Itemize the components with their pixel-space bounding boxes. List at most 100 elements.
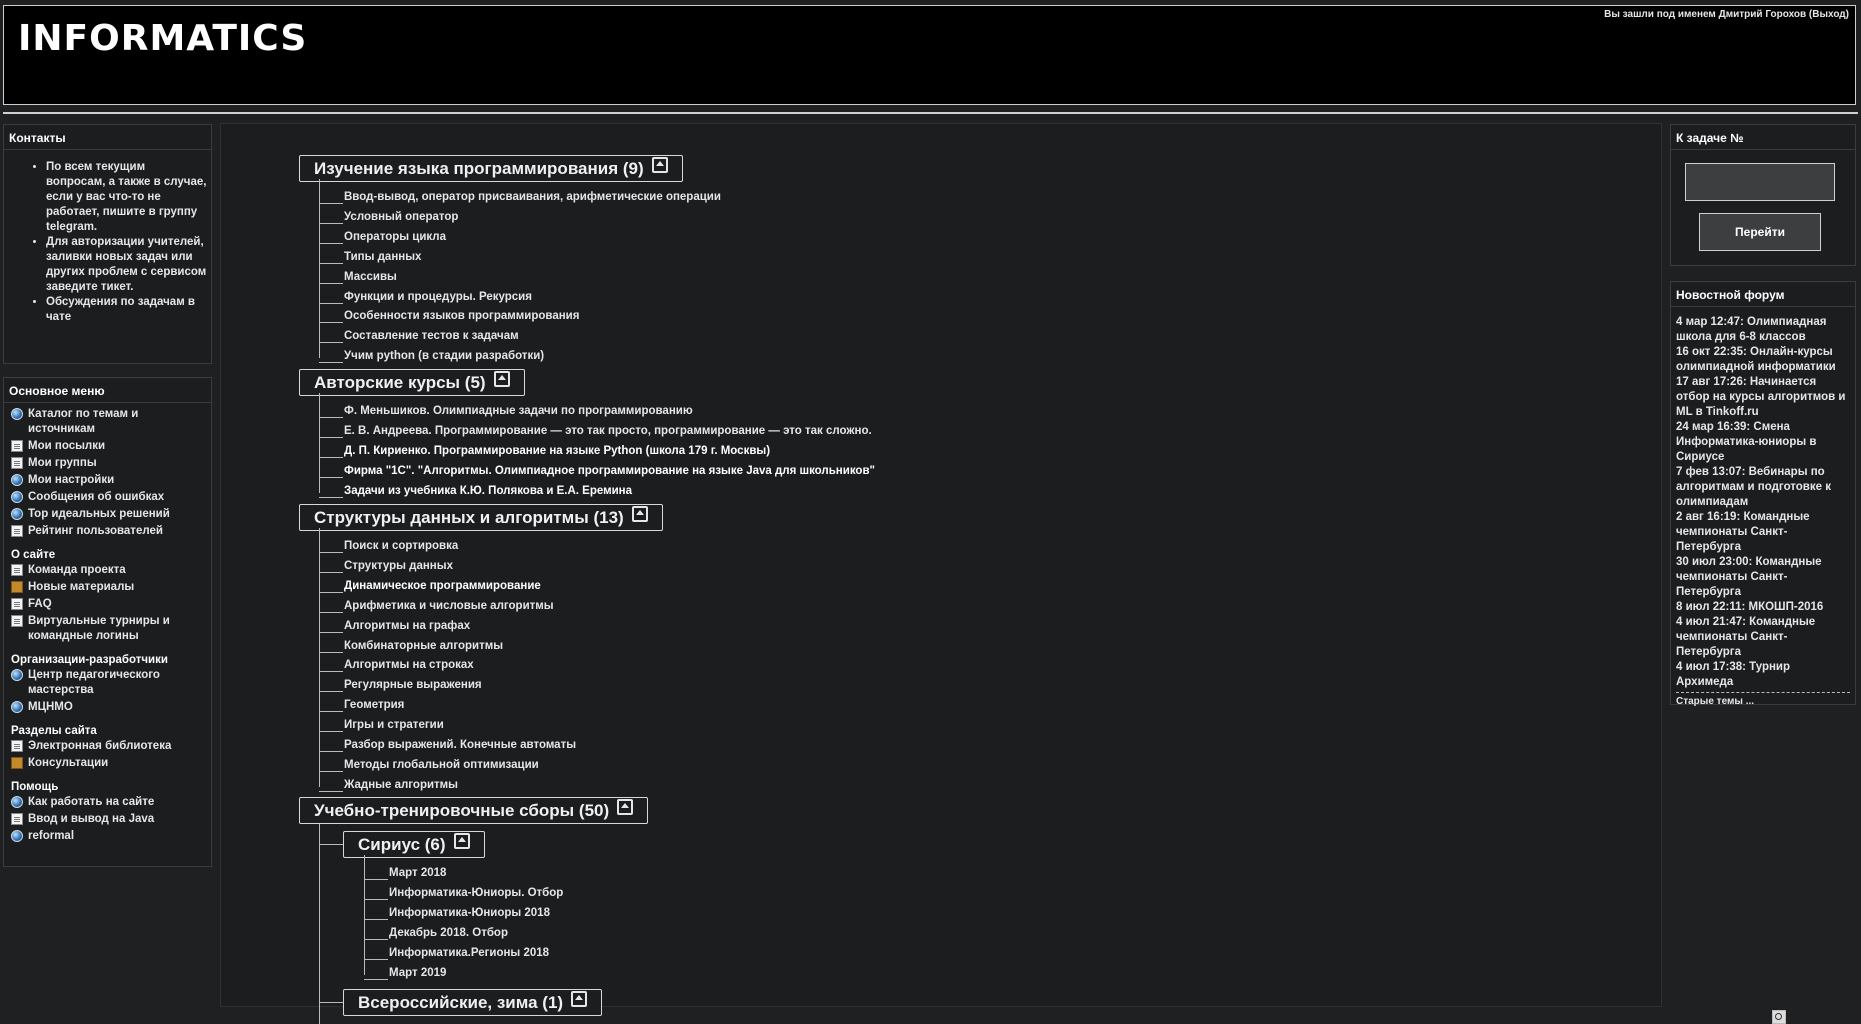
globe-icon — [11, 474, 23, 486]
menu-item[interactable]: МЦНМО — [11, 700, 206, 715]
contacts-item[interactable]: По всем текущим вопросам, а также в случ… — [46, 160, 207, 235]
news-item[interactable]: 24 мар 16:39: Смена Информатика-юниоры в… — [1676, 420, 1850, 465]
menu-item[interactable]: reformal — [11, 829, 206, 844]
tree-link[interactable]: Арифметика и числовые алгоритмы — [344, 600, 554, 612]
tree-link[interactable]: Поиск и сортировка — [344, 540, 458, 552]
menu-item[interactable]: Команда проекта — [11, 563, 206, 578]
news-block: Новостной форум 4 мар 12:47: Олимпиадная… — [1670, 281, 1856, 707]
tree-link[interactable]: Регулярные выражения — [344, 679, 482, 691]
news-list: 4 мар 12:47: Олимпиадная школа для 6-8 к… — [1671, 307, 1855, 709]
news-item[interactable]: 8 июл 22:11: МКОШП-2016 — [1676, 600, 1850, 615]
tree-link[interactable]: Жадные алгоритмы — [344, 779, 458, 791]
menu-item[interactable]: Рейтинг пользователей — [11, 524, 206, 539]
collapse-icon[interactable] — [571, 991, 588, 1007]
category-header[interactable]: Авторские курсы (5) — [299, 369, 525, 396]
tree-branch-line — [319, 179, 320, 359]
subcategory-header[interactable]: Сириус (6) — [343, 831, 485, 858]
tree-link[interactable]: Ввод-вывод, оператор присваивания, арифм… — [344, 191, 721, 203]
news-item[interactable]: 17 авг 17:26: Начинается отбор на курсы … — [1676, 375, 1850, 420]
contacts-item[interactable]: Для авторизации учителей, заливки новых … — [46, 235, 207, 295]
tree-link[interactable]: Д. П. Кириенко. Программирование на язык… — [344, 445, 770, 457]
tree-link[interactable]: Динамическое программирование — [344, 580, 541, 592]
menu-item[interactable]: FAQ — [11, 597, 206, 612]
doc-icon — [11, 615, 23, 627]
collapse-icon[interactable] — [631, 506, 648, 522]
tree-connector — [319, 322, 343, 324]
menu-item[interactable]: Виртуальные турниры и командные логины — [11, 614, 206, 644]
tree-link[interactable]: Методы глобальной оптимизации — [344, 759, 539, 771]
subcategory-header[interactable]: Всероссийские, зима (1) — [343, 989, 603, 1016]
news-item[interactable]: 4 июл 17:38: Турнир Архимеда — [1676, 660, 1850, 690]
menu-item[interactable]: Сообщения об ошибках — [11, 490, 206, 505]
news-more-link[interactable]: Старые темы ... — [1676, 692, 1850, 709]
tree-link[interactable]: Декабрь 2018. Отбор — [389, 927, 508, 939]
tree-link[interactable]: Учим python (в стадии разработки) — [344, 350, 544, 362]
menu-item-label: Электронная библиотека — [28, 740, 172, 752]
tree-connector — [319, 631, 343, 633]
collapse-icon[interactable] — [493, 371, 510, 387]
tree-connector — [319, 282, 343, 284]
site-logo[interactable]: INFORMATICS — [18, 18, 307, 59]
tree-link[interactable]: Ф. Меньшиков. Олимпиадные задачи по прог… — [344, 405, 693, 417]
tree-link[interactable]: Задачи из учебника К.Ю. Полякова и Е.А. … — [344, 485, 632, 497]
tree-link[interactable]: Условный оператор — [344, 211, 458, 223]
category-header[interactable]: Учебно-тренировочные сборы (50) — [299, 797, 649, 824]
tree-link[interactable]: Е. В. Андреева. Программирование — это т… — [344, 425, 872, 437]
menu-item[interactable]: Как работать на сайте — [11, 795, 206, 810]
news-item[interactable]: 30 июл 23:00: Командные чемпионаты Санкт… — [1676, 555, 1850, 600]
goto-button[interactable]: Перейти — [1699, 213, 1821, 251]
menu-item[interactable]: Каталог по темам и источникам — [11, 407, 206, 437]
menu-item-label: FAQ — [28, 598, 52, 610]
menu-item[interactable]: Мои посылки — [11, 439, 206, 454]
tree-connector — [319, 790, 343, 792]
menu-item[interactable]: Новые материалы — [11, 580, 206, 595]
tree-link[interactable]: Геометрия — [344, 699, 404, 711]
tree-link[interactable]: Составление тестов к задачам — [344, 330, 519, 342]
news-item[interactable]: 4 июл 21:47: Командные чемпионаты Санкт-… — [1676, 615, 1850, 660]
menu-item-label: Виртуальные турниры и командные логины — [28, 615, 170, 642]
tree-link[interactable]: Комбинаторные алгоритмы — [344, 640, 503, 652]
tree-link[interactable]: Массивы — [344, 271, 397, 283]
tree-link[interactable]: Информатика-Юниоры. Отбор — [389, 887, 563, 899]
tree-connector — [319, 671, 343, 673]
collapse-icon[interactable] — [651, 157, 668, 173]
category-header[interactable]: Структуры данных и алгоритмы (13) — [299, 504, 663, 531]
category-header[interactable]: Изучение языка программирования (9) — [299, 155, 683, 182]
tree-link[interactable]: Март 2019 — [389, 967, 446, 979]
tree-link[interactable]: Информатика.Регионы 2018 — [389, 947, 549, 959]
zoom-icon[interactable] — [1772, 1010, 1786, 1024]
menu-item[interactable]: Ввод и вывод на Java — [11, 812, 206, 827]
tree-link[interactable]: Особенности языков программирования — [344, 310, 579, 322]
tree-link[interactable]: Информатика-Юниоры 2018 — [389, 907, 550, 919]
tree-link[interactable]: Алгоритмы на строках — [344, 659, 474, 671]
tree-link[interactable]: Фирма "1С". "Алгоритмы. Олимпиадное прог… — [344, 465, 875, 477]
tree-link[interactable]: Типы данных — [344, 251, 421, 263]
news-item[interactable]: 7 фев 13:07: Вебинары по алгоритмам и по… — [1676, 465, 1850, 510]
tree-link[interactable]: Игры и стратегии — [344, 719, 444, 731]
tree-connector — [319, 302, 343, 304]
menu-item[interactable]: Top идеальных решений — [11, 507, 206, 522]
tree-link[interactable]: Структуры данных — [344, 560, 453, 572]
tree-link[interactable]: Операторы цикла — [344, 231, 446, 243]
contacts-item[interactable]: Обсуждения по задачам в чате — [46, 295, 207, 325]
menu-item[interactable]: Центр педагогического мастерства — [11, 668, 206, 698]
menu-item[interactable]: Мои группы — [11, 456, 206, 471]
box-icon — [11, 757, 23, 769]
menu-item[interactable]: Электронная библиотека — [11, 739, 206, 754]
menu-item[interactable]: Консультации — [11, 756, 206, 771]
news-item[interactable]: 4 мар 12:47: Олимпиадная школа для 6-8 к… — [1676, 315, 1850, 345]
contacts-list: По всем текущим вопросам, а также в случ… — [4, 160, 207, 325]
menu-item[interactable]: Мои настройки — [11, 473, 206, 488]
task-number-input[interactable] — [1685, 163, 1835, 201]
tree-link[interactable]: Разбор выражений. Конечные автоматы — [344, 739, 576, 751]
tree-link[interactable]: Март 2018 — [389, 867, 446, 879]
tree-link[interactable]: Функции и процедуры. Рекурсия — [344, 291, 532, 303]
news-item[interactable]: 2 авг 16:19: Командные чемпионаты Санкт-… — [1676, 510, 1850, 555]
globe-icon — [11, 830, 23, 842]
collapse-icon[interactable] — [617, 799, 634, 815]
tree-connector — [319, 571, 343, 573]
tree-link[interactable]: Алгоритмы на графах — [344, 620, 470, 632]
collapse-icon[interactable] — [453, 833, 470, 849]
news-item[interactable]: 16 окт 22:35: Онлайн-курсы олимпиадной и… — [1676, 345, 1850, 375]
login-info[interactable]: Вы зашли под именем Дмитрий Горохов (Вых… — [1604, 9, 1849, 20]
